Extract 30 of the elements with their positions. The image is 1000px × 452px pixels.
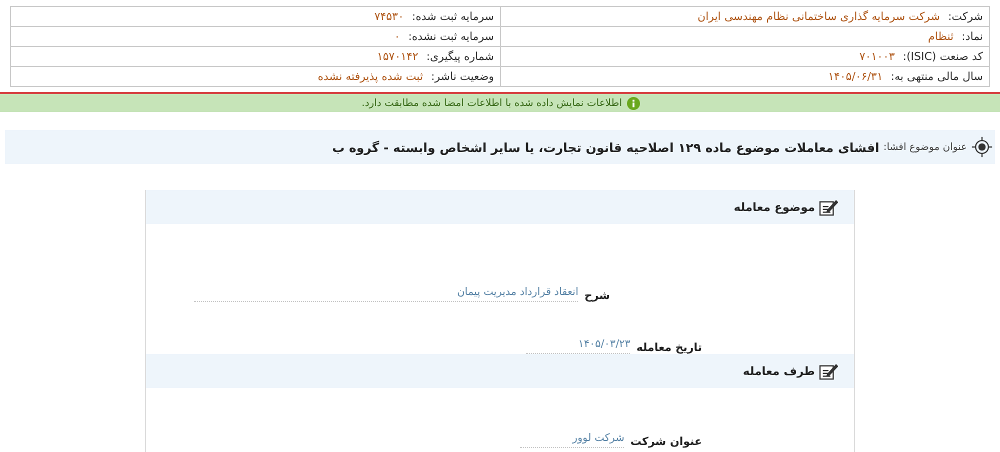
field-label: شماره پیگیری: [426, 50, 494, 63]
section-title: موضوع معامله [734, 200, 815, 214]
field-label: سرمایه ثبت نشده: [408, 30, 494, 43]
field-value: شرکت لوور [520, 432, 624, 448]
field-label: تاریخ معامله [636, 341, 702, 354]
field-label: وضعیت ناشر: [431, 70, 494, 83]
edit-note-icon [819, 362, 838, 380]
target-icon [971, 136, 993, 158]
field-label: سرمایه ثبت شده: [412, 10, 494, 23]
field-label: سال مالی منتهی به: [890, 70, 983, 83]
field-value: ۷۰۱۰۰۳ [859, 50, 895, 63]
field-value: ۷۴۵۳۰ [374, 10, 404, 23]
field-label: نماد: [962, 30, 983, 43]
field-label: کد صنعت (ISIC): [902, 50, 983, 63]
section-title: طرف معامله [742, 364, 815, 378]
field-label: شرح [584, 289, 610, 302]
subject-title: افشای معاملات موضوع ماده ۱۲۹ اصلاحیه قانون تجارت، یا سایر اشخاص وابسته - گروه ب [332, 140, 880, 154]
notice-text: اطلاعات نمایش داده شده با اطلاعات امضا شده مطابقت دارد. [362, 98, 622, 108]
info-icon [627, 96, 640, 110]
field-value: انعقاد قرارداد مدیریت پیمان [194, 286, 578, 302]
edit-note-icon [819, 198, 838, 216]
field-value: ثنظام [928, 30, 954, 43]
field-label: عنوان شرکت [630, 435, 702, 448]
field-value: شرکت سرمایه گذاری ساختمانی نظام مهندسی ایران [698, 10, 940, 23]
field-value: ثبت شده پذیرفته نشده [318, 70, 424, 83]
field-value: ۱۵۷۰۱۴۲ [376, 50, 418, 63]
field-value: ۱۴۰۵/۰۶/۳۱ [828, 70, 883, 83]
field-label: شرکت: [948, 10, 983, 23]
subject-label: عنوان موضوع افشا: [883, 142, 967, 152]
field-value: ۰ [394, 30, 400, 43]
